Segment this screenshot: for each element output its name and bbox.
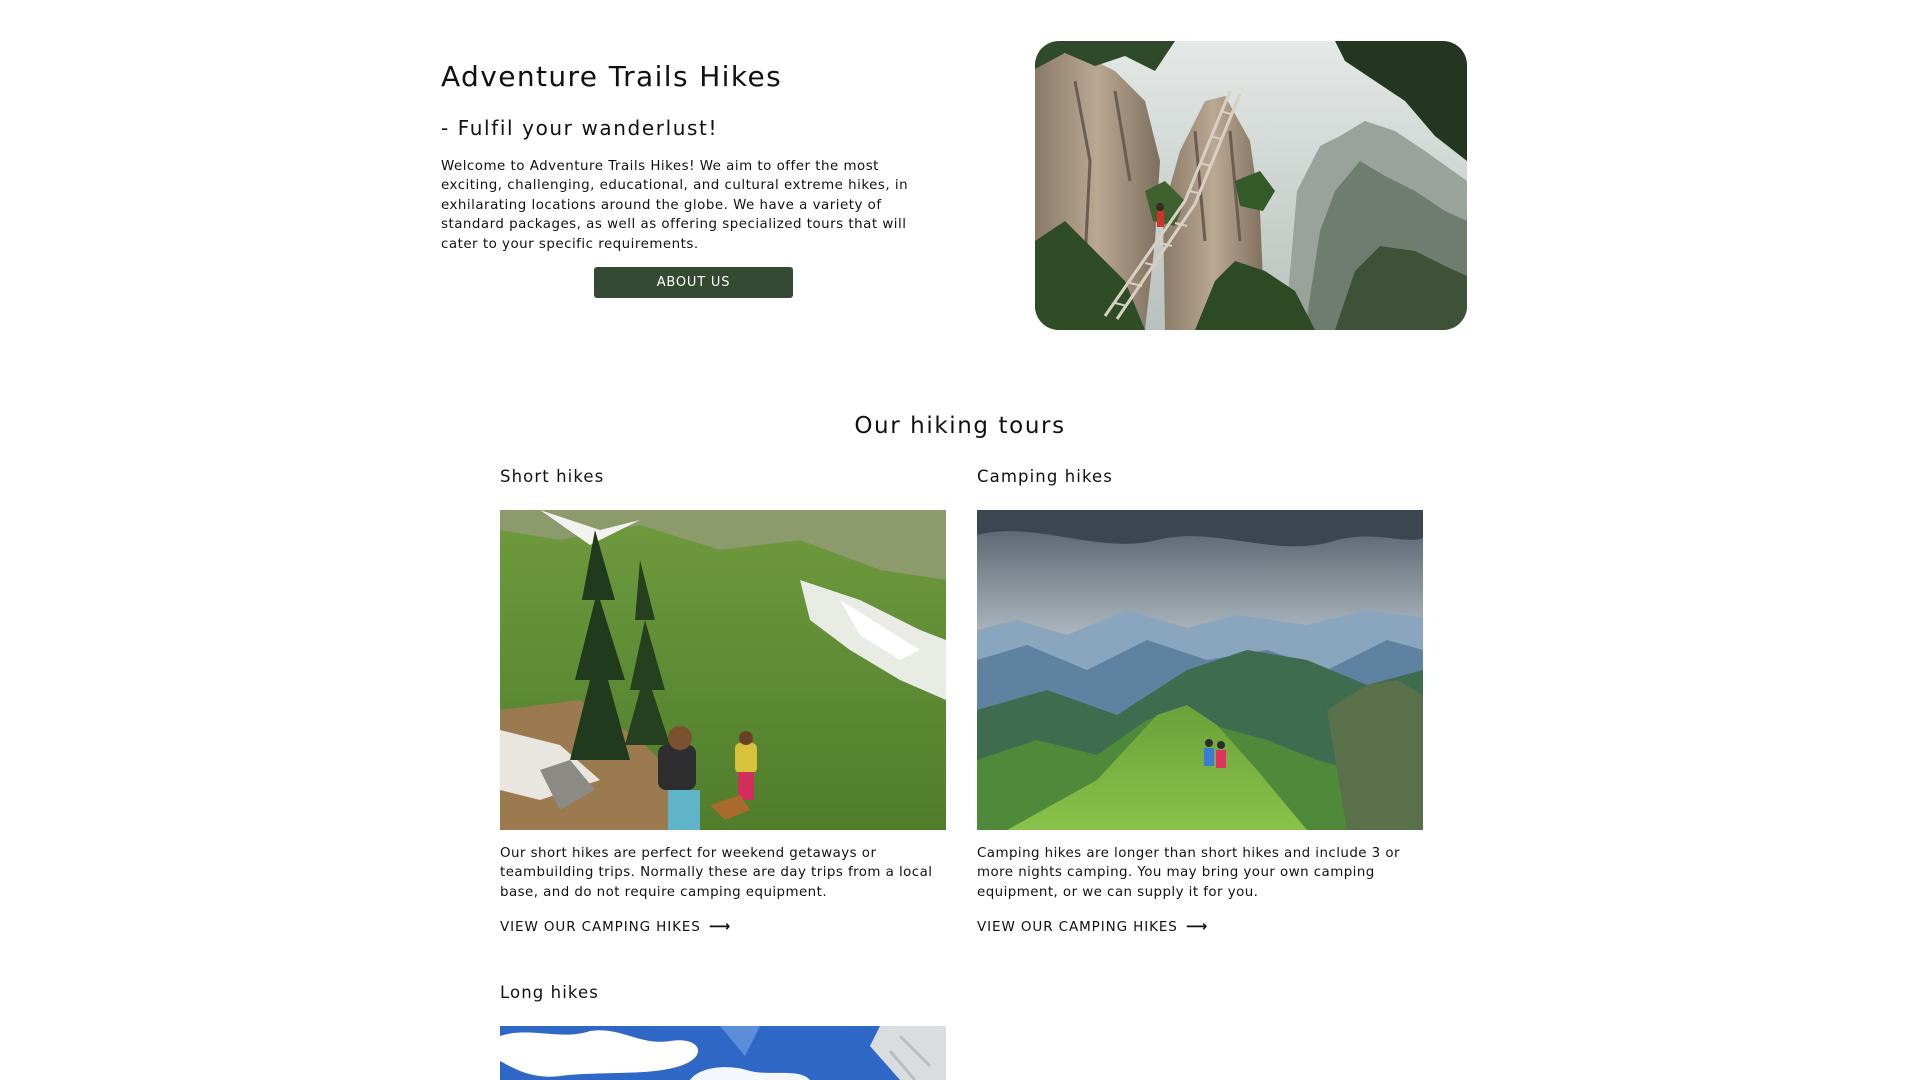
- page-title: Adventure Trails Hikes: [441, 60, 783, 93]
- camping-hikes-photo: [977, 510, 1423, 830]
- short-hikes-photo: [500, 510, 946, 830]
- arrow-right-icon: ⟶: [708, 917, 732, 935]
- view-camping-hikes-link[interactable]: VIEW OUR CAMPING HIKES ⟶: [977, 917, 1208, 936]
- tour-title: Long hikes: [500, 983, 599, 1002]
- hero-intro-text: Welcome to Adventure Trails Hikes! We ai…: [441, 159, 909, 252]
- tour-title: Short hikes: [500, 467, 605, 486]
- tour-description: Our short hikes are perfect for weekend …: [500, 846, 933, 900]
- page: Adventure Trails Hikes - Fulfil your wan…: [0, 0, 1920, 1080]
- long-hikes-photo: [500, 1026, 946, 1080]
- tour-link-label: VIEW OUR CAMPING HIKES: [500, 919, 701, 935]
- hero-cliff-ladder-photo: [1035, 41, 1467, 330]
- tour-description: Camping hikes are longer than short hike…: [977, 846, 1400, 900]
- arrow-right-icon: ⟶: [1185, 917, 1209, 935]
- tour-link-label: VIEW OUR CAMPING HIKES: [977, 919, 1178, 935]
- about-us-button[interactable]: ABOUT US: [594, 267, 793, 298]
- hero-subtitle: - Fulfil your wanderlust!: [441, 116, 719, 140]
- tours-heading: Our hiking tours: [854, 413, 1066, 439]
- tour-title: Camping hikes: [977, 467, 1113, 486]
- view-camping-hikes-link[interactable]: VIEW OUR CAMPING HIKES ⟶: [500, 917, 731, 936]
